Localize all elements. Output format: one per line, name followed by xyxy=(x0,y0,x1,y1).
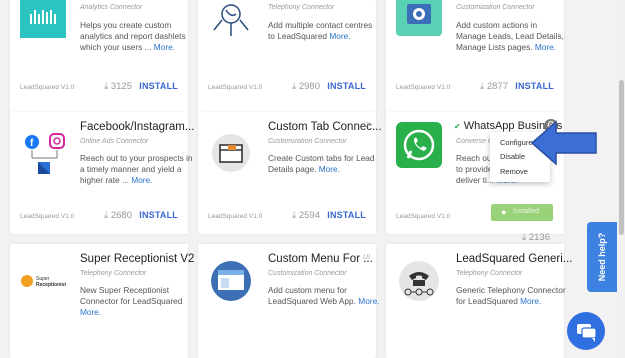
more-link[interactable]: More. xyxy=(80,307,101,317)
download-count: ⤓ 2877 xyxy=(480,81,508,92)
menu-item-disable[interactable]: Disable xyxy=(500,152,525,161)
card-title[interactable]: Custom Menu For ... xyxy=(268,253,373,265)
app-card-custom-menu: Custom Menu For ... UI Customization Con… xyxy=(198,244,380,358)
scrollbar[interactable] xyxy=(618,0,625,358)
card-footer: LeadSquared V1.0 ⤓ 2980 INSTALL xyxy=(208,81,366,92)
card-subtitle: Telephony Connector xyxy=(80,270,147,277)
download-icon: ⤓ xyxy=(480,81,485,92)
check-icon: ● xyxy=(501,207,507,217)
menu-item-configure[interactable]: Configure xyxy=(500,138,533,147)
card-description: Reach out to your prospects in a timely … xyxy=(80,153,193,185)
card-subtitle: Online Ads Connector xyxy=(80,138,149,145)
ui-badge: UI xyxy=(363,122,370,129)
more-link[interactable]: More. xyxy=(131,175,152,185)
card-subtitle: Customization Connector xyxy=(456,4,535,11)
download-icon: ⤓ xyxy=(104,81,109,92)
install-button[interactable]: INSTALL xyxy=(139,210,178,220)
more-link[interactable]: More. xyxy=(319,164,340,174)
more-link[interactable]: More. xyxy=(535,42,556,52)
download-icon: ⤓ xyxy=(292,81,297,92)
scrollbar-thumb[interactable] xyxy=(619,80,624,235)
super-receptionist-logo: Super Receptionist xyxy=(20,272,72,318)
card-footer: LeadSquared V1.0 ⤓ 2877 INSTALL xyxy=(396,81,554,92)
facebook-instagram-icon: f xyxy=(20,130,66,176)
card-description: Add custom actions in Manage Leads, Lead… xyxy=(456,20,564,52)
download-count: ⤓ 2680 xyxy=(104,210,132,221)
install-button[interactable]: INSTALL xyxy=(327,81,366,91)
app-card-telephony-multi: Telephony Connector Add multiple contact… xyxy=(198,0,376,116)
more-link[interactable]: More. xyxy=(358,296,379,306)
card-description: Create Custom tabs for Lead Details page… xyxy=(268,153,375,174)
app-card-custom-actions: Customization Connector Add custom actio… xyxy=(386,0,564,116)
download-icon: ⤓ xyxy=(104,210,109,221)
svg-text:Receptionist: Receptionist xyxy=(36,282,66,288)
whatsapp-icon xyxy=(396,122,442,168)
install-button[interactable]: INSTALL xyxy=(515,81,554,91)
app-card-analytics: Analytics Connector Helps you create cus… xyxy=(10,0,188,116)
card-title[interactable]: Super Receptionist V2 xyxy=(80,253,194,265)
card-description: Add custom menu for LeadSquared Web App.… xyxy=(268,285,380,306)
card-subtitle: Telephony Connector xyxy=(456,270,523,277)
install-button[interactable]: INSTALL xyxy=(327,210,366,220)
download-icon: ⤓ xyxy=(292,210,297,221)
card-footer: LeadSquared V1.0 ● Installed xyxy=(396,204,554,224)
gear-screen-icon xyxy=(396,0,442,36)
card-footer: LeadSquared V1.0 ⤓ 2680 INSTALL xyxy=(20,210,178,221)
more-link[interactable]: More. xyxy=(154,42,175,52)
card-footer: LeadSquared V1.0 ⤓ 2594 INSTALL xyxy=(208,210,366,221)
installed-button[interactable]: ● Installed xyxy=(491,204,553,221)
card-description: New Super Receptionist Connector for Lea… xyxy=(80,285,183,317)
card-subtitle: Customization Connector xyxy=(268,270,347,277)
arrow-annotation xyxy=(530,120,597,166)
whatsapp-small-icon: ✔ xyxy=(454,122,461,131)
menu-item-remove[interactable]: Remove xyxy=(500,167,528,176)
browser-tab-icon xyxy=(208,130,254,176)
download-count: ⤓ 2594 xyxy=(292,210,320,221)
analytics-icon xyxy=(20,0,66,38)
app-card-generic-telephony: LeadSquared Generi... Telephony Connecto… xyxy=(386,244,572,358)
card-description: Helps you create custom analytics and re… xyxy=(80,20,186,52)
app-card-super-receptionist: Super Receptionist Super Receptionist V2 … xyxy=(10,244,194,358)
card-description: Generic Telephony Connector for LeadSqua… xyxy=(456,285,566,306)
telephone-icon xyxy=(396,258,442,304)
app-card-custom-tab: Custom Tab Connec... UI Customization Co… xyxy=(198,112,382,234)
download-count: ⤓ 2980 xyxy=(292,81,320,92)
more-link[interactable]: More. xyxy=(520,296,541,306)
card-title[interactable]: LeadSquared Generi... xyxy=(456,253,572,265)
menu-window-icon xyxy=(208,258,254,304)
app-card-facebook: f Facebook/Instagram... Online Ads Conne… xyxy=(10,112,194,234)
install-button[interactable]: INSTALL xyxy=(139,81,178,91)
download-icon: ⤓ xyxy=(522,232,527,243)
more-link[interactable]: More. xyxy=(329,31,350,41)
card-description: Add multiple contact centres to LeadSqua… xyxy=(268,20,373,41)
card-subtitle: Analytics Connector xyxy=(80,4,143,11)
ui-badge: UI xyxy=(363,254,370,261)
card-subtitle: Telephony Connector xyxy=(268,4,335,11)
telephony-network-icon xyxy=(208,0,254,40)
download-count: ⤓ 3125 xyxy=(104,81,132,92)
card-subtitle: Customization Connector xyxy=(268,138,347,145)
chat-icon xyxy=(577,324,597,342)
card-title[interactable]: Facebook/Instagram... xyxy=(80,121,194,133)
need-help-tab[interactable]: Need help? xyxy=(587,222,617,292)
card-footer: LeadSquared V1.0 ⤓ 3125 INSTALL xyxy=(20,81,178,92)
chat-button[interactable] xyxy=(567,312,605,350)
download-count: ⤓ 2136 xyxy=(522,232,550,243)
